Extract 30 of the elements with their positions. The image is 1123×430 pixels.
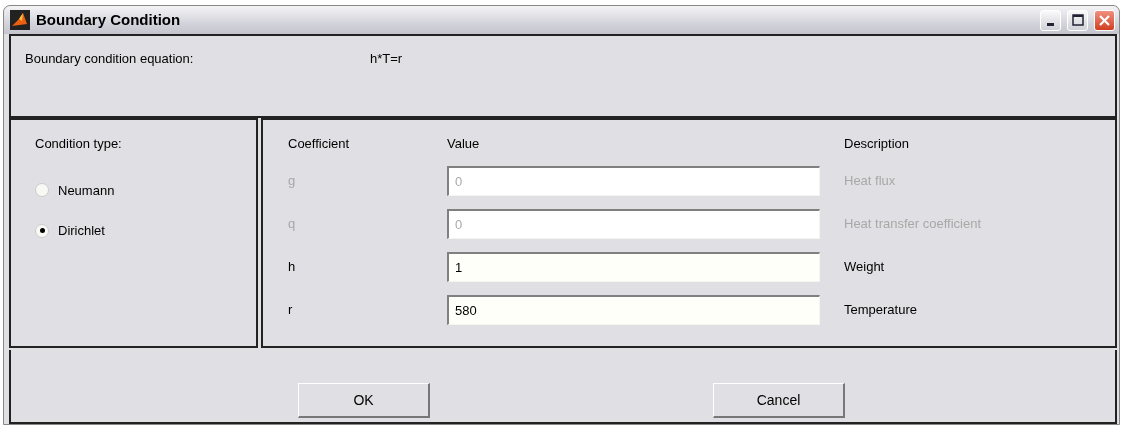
window-title: Boundary Condition: [36, 9, 182, 30]
close-button[interactable]: [1094, 9, 1115, 31]
coefficient-symbol: q: [288, 216, 296, 231]
description-text: Heat flux: [844, 173, 896, 188]
equation-label: Boundary condition equation:: [25, 50, 195, 68]
value-field[interactable]: 580: [447, 295, 820, 325]
coefficient-symbol: h: [288, 259, 296, 274]
equation-text: h*T=r: [370, 50, 403, 68]
minimize-icon: [1047, 23, 1054, 26]
close-icon: [1098, 13, 1111, 27]
radio-button[interactable]: [35, 223, 49, 238]
ok-button[interactable]: OK: [298, 383, 430, 418]
description-text: Weight: [844, 259, 885, 274]
column-header: Value: [447, 136, 480, 151]
coefficient-symbol: r: [288, 302, 293, 317]
condition-type-label: Condition type:: [35, 135, 123, 153]
cancel-button[interactable]: Cancel: [713, 383, 845, 418]
maximize-icon: [1071, 14, 1084, 26]
description-text: Temperature: [844, 302, 917, 317]
radio-label: Dirichlet: [58, 222, 105, 240]
minimize-button[interactable]: [1040, 9, 1061, 31]
description-text: Heat transfer coefficient: [844, 216, 982, 231]
column-header: Coefficient: [288, 136, 350, 151]
maximize-button[interactable]: [1067, 9, 1088, 31]
radio-label: Neumann: [58, 181, 115, 200]
value-field[interactable]: 1: [447, 252, 820, 282]
column-header: Description: [844, 136, 910, 151]
radio-button[interactable]: [35, 183, 49, 198]
coefficient-symbol: g: [288, 173, 296, 188]
app-icon: [10, 10, 30, 30]
